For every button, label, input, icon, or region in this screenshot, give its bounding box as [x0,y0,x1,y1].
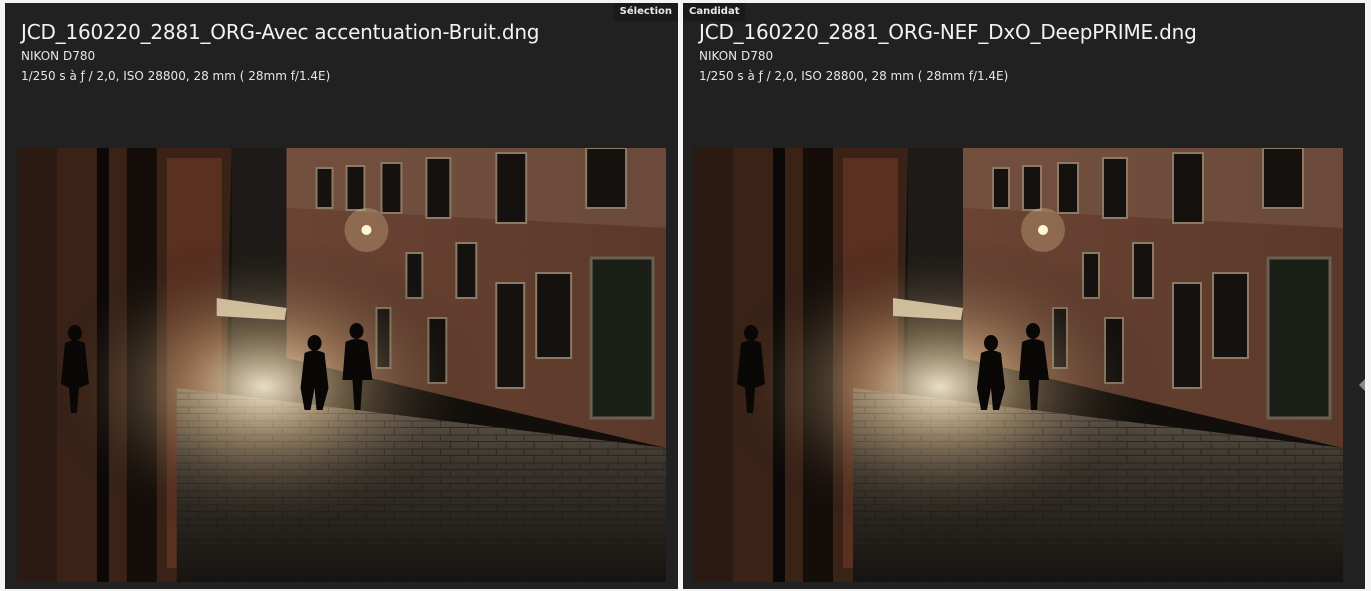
selection-exposure: 1/250 s à ƒ / 2,0, ISO 28800, 28 mm ( 28… [21,69,331,83]
selection-photo[interactable] [17,148,666,582]
panel-divider [679,0,682,591]
compare-view: Sélection JCD_160220_2881_ORG-Avec accen… [0,0,1371,591]
candidate-metadata: JCD_160220_2881_ORG-NEF_DxO_DeepPRIME.dn… [699,18,1345,86]
selection-panel[interactable]: Sélection JCD_160220_2881_ORG-Avec accen… [5,3,678,589]
candidate-camera: NIKON D780 [699,49,774,63]
candidate-panel[interactable]: Candidat JCD_160220_2881_ORG-NEF_DxO_Dee… [683,3,1365,589]
candidate-exposure: 1/250 s à ƒ / 2,0, ISO 28800, 28 mm ( 28… [699,69,1009,83]
candidate-filename: JCD_160220_2881_ORG-NEF_DxO_DeepPRIME.dn… [699,20,1197,44]
night-street-photo [17,148,666,582]
night-street-photo [693,148,1343,582]
candidate-photo[interactable] [693,148,1343,582]
selection-metadata: JCD_160220_2881_ORG-Avec accentuation-Br… [21,18,658,86]
selection-camera: NIKON D780 [21,49,96,63]
selection-filename: JCD_160220_2881_ORG-Avec accentuation-Br… [21,20,540,44]
next-arrow-icon[interactable] [1359,379,1365,391]
